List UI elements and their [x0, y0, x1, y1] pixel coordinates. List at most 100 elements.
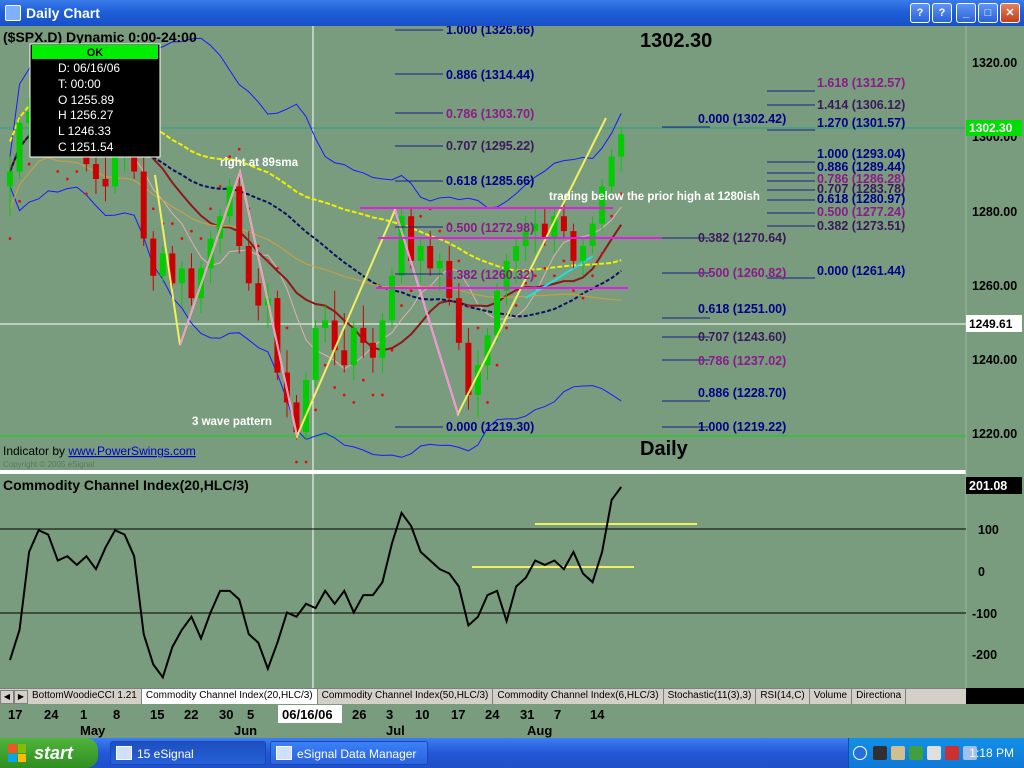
candle-body	[580, 246, 586, 261]
candle-body	[389, 275, 395, 321]
date-tick-4: 8	[113, 707, 120, 722]
candle-body	[455, 298, 462, 343]
close-button[interactable]: ✕	[1000, 3, 1020, 23]
indicator-credit: Indicator by www.PowerSwings.com	[3, 444, 196, 458]
month-jul: Jul	[386, 723, 405, 738]
tab-rsi[interactable]: RSI(14,C)	[756, 689, 810, 704]
candle-body	[322, 320, 329, 328]
minimize-button[interactable]: _	[956, 3, 976, 23]
copyright-text: Copyright © 2005 eSignal	[3, 460, 95, 469]
date-tick-13: 17	[451, 707, 465, 722]
date-tick-11: 3	[386, 707, 393, 722]
panel-divider[interactable]	[0, 470, 966, 474]
candle-body	[112, 156, 119, 187]
candle-body	[589, 223, 596, 246]
maximize-button[interactable]: □	[978, 3, 998, 23]
tab-directional[interactable]: Directiona	[852, 689, 907, 704]
sar-dot	[610, 214, 614, 218]
tab-scroll-left-icon[interactable]: ◀	[0, 690, 14, 704]
taskbar-item-data-manager-label: eSignal Data Manager	[297, 747, 417, 761]
start-button[interactable]: start	[0, 738, 98, 768]
candle-body	[150, 238, 157, 276]
sar-dot	[180, 237, 184, 240]
tab-cci-6[interactable]: Commodity Channel Index(6,HLC/3)	[493, 689, 664, 704]
sar-dot	[85, 192, 88, 196]
candle-body	[436, 260, 443, 269]
data-window-close: C 1251.54	[58, 140, 114, 154]
tray-printer-icon[interactable]	[873, 746, 887, 760]
sar-dot	[75, 170, 79, 173]
data-window-open: O 1255.89	[58, 93, 114, 107]
sar-dot	[361, 378, 365, 382]
date-tick-2: 24	[44, 707, 59, 722]
candle-body	[427, 246, 434, 269]
fib-c-2: 1.414 (1306.12)	[817, 98, 905, 112]
date-tick-crosshair: 06/16/06	[282, 707, 333, 722]
tray-volume-icon[interactable]	[927, 746, 941, 760]
sar-dot	[170, 222, 174, 226]
candle-body	[312, 327, 319, 381]
fib-b-6: 0.786 (1237.02)	[698, 354, 786, 368]
data-window-date: D: 06/16/06	[58, 61, 120, 75]
price-tick-1320: 1320.00	[972, 56, 1017, 70]
sar-dot	[438, 229, 442, 233]
sar-dot	[457, 259, 461, 263]
tab-scroll-right-icon[interactable]: ▶	[14, 690, 28, 704]
chart-area[interactable]: 1.000 (1326.66) 0.886 (1314.44) 0.786 (1…	[0, 26, 1024, 688]
taskbar-item-data-manager[interactable]: eSignal Data Manager	[270, 741, 428, 765]
sar-dot	[371, 393, 375, 397]
taskbar-item-esignal[interactable]: 15 eSignal	[110, 741, 266, 765]
candle-body	[379, 320, 386, 358]
sar-dot	[342, 393, 346, 397]
sar-dot	[390, 348, 394, 352]
candle-body	[16, 123, 23, 172]
powerswings-link[interactable]: www.PowerSwings.com	[67, 444, 195, 458]
candle-body	[236, 186, 243, 246]
prior-high-annotation: trading below the prior high at 1280ish	[549, 191, 760, 203]
date-tick-16: 7	[554, 707, 561, 722]
date-tick-8: 5	[247, 707, 254, 722]
taskbar-clock: 1:18 PM	[969, 746, 1014, 760]
help-button-2[interactable]: ?	[932, 3, 952, 23]
tray-monitor-icon[interactable]	[891, 746, 905, 760]
tray-network-icon[interactable]	[909, 746, 923, 760]
sar-dot	[600, 252, 604, 255]
sar-dot	[65, 177, 69, 181]
cci-title: Commodity Channel Index(20,HLC/3)	[3, 477, 249, 493]
fib-d-6: 0.500 (1277.24)	[817, 205, 905, 219]
tab-volume[interactable]: Volume	[810, 689, 853, 704]
system-tray: 1:18 PM	[848, 738, 1024, 768]
sar-dot	[514, 304, 518, 307]
tab-cci-20[interactable]: Commodity Channel Index(20,HLC/3)	[141, 689, 318, 704]
sar-dot	[237, 147, 241, 151]
data-manager-window-icon	[276, 746, 292, 760]
candle-body	[360, 327, 367, 343]
sar-dot	[8, 237, 12, 240]
sar-dot	[18, 199, 21, 203]
data-window-time: T: 00:00	[58, 77, 101, 91]
data-window[interactable]: OK D: 06/16/06 T: 00:00 O 1255.89 H 1256…	[29, 43, 161, 158]
cci-value-text: 201.08	[969, 479, 1007, 493]
tray-expand-icon[interactable]	[853, 746, 867, 760]
esignal-window: Daily Chart ? ? _ □ ✕ 1.000 (1326.66) 0.…	[0, 0, 1024, 768]
date-axis: 17 24 1 8 15 22 30 5 06/16/06 26 3 10 17…	[0, 704, 1024, 738]
sar-dot	[581, 296, 585, 300]
candle-body	[350, 327, 357, 366]
candle-body	[188, 268, 195, 299]
candle-body	[178, 268, 185, 284]
current-price-marker-text: 1302.30	[969, 121, 1013, 135]
tab-stochastic[interactable]: Stochastic(11(3),3)	[664, 689, 757, 704]
title-bar[interactable]: Daily Chart ? ? _ □ ✕	[0, 0, 1024, 26]
tab-cci-50[interactable]: Commodity Channel Index(50,HLC/3)	[318, 689, 494, 704]
sar-dot	[562, 259, 566, 263]
daily-label: Daily	[640, 438, 689, 460]
tab-bottom-woodie-cci[interactable]: BottomWoodieCCI 1.21	[28, 689, 142, 704]
date-tick-7: 30	[219, 707, 233, 722]
help-button[interactable]: ?	[910, 3, 930, 23]
date-tick-10: 26	[352, 707, 366, 722]
cci-panel[interactable]	[0, 474, 966, 688]
cci-tick-100: 100	[978, 523, 999, 537]
indicator-tabs: ◀ ▶ BottomWoodieCCI 1.21 Commodity Channel …	[0, 688, 966, 704]
tray-security-icon[interactable]	[945, 746, 959, 760]
candle-body	[570, 231, 577, 261]
